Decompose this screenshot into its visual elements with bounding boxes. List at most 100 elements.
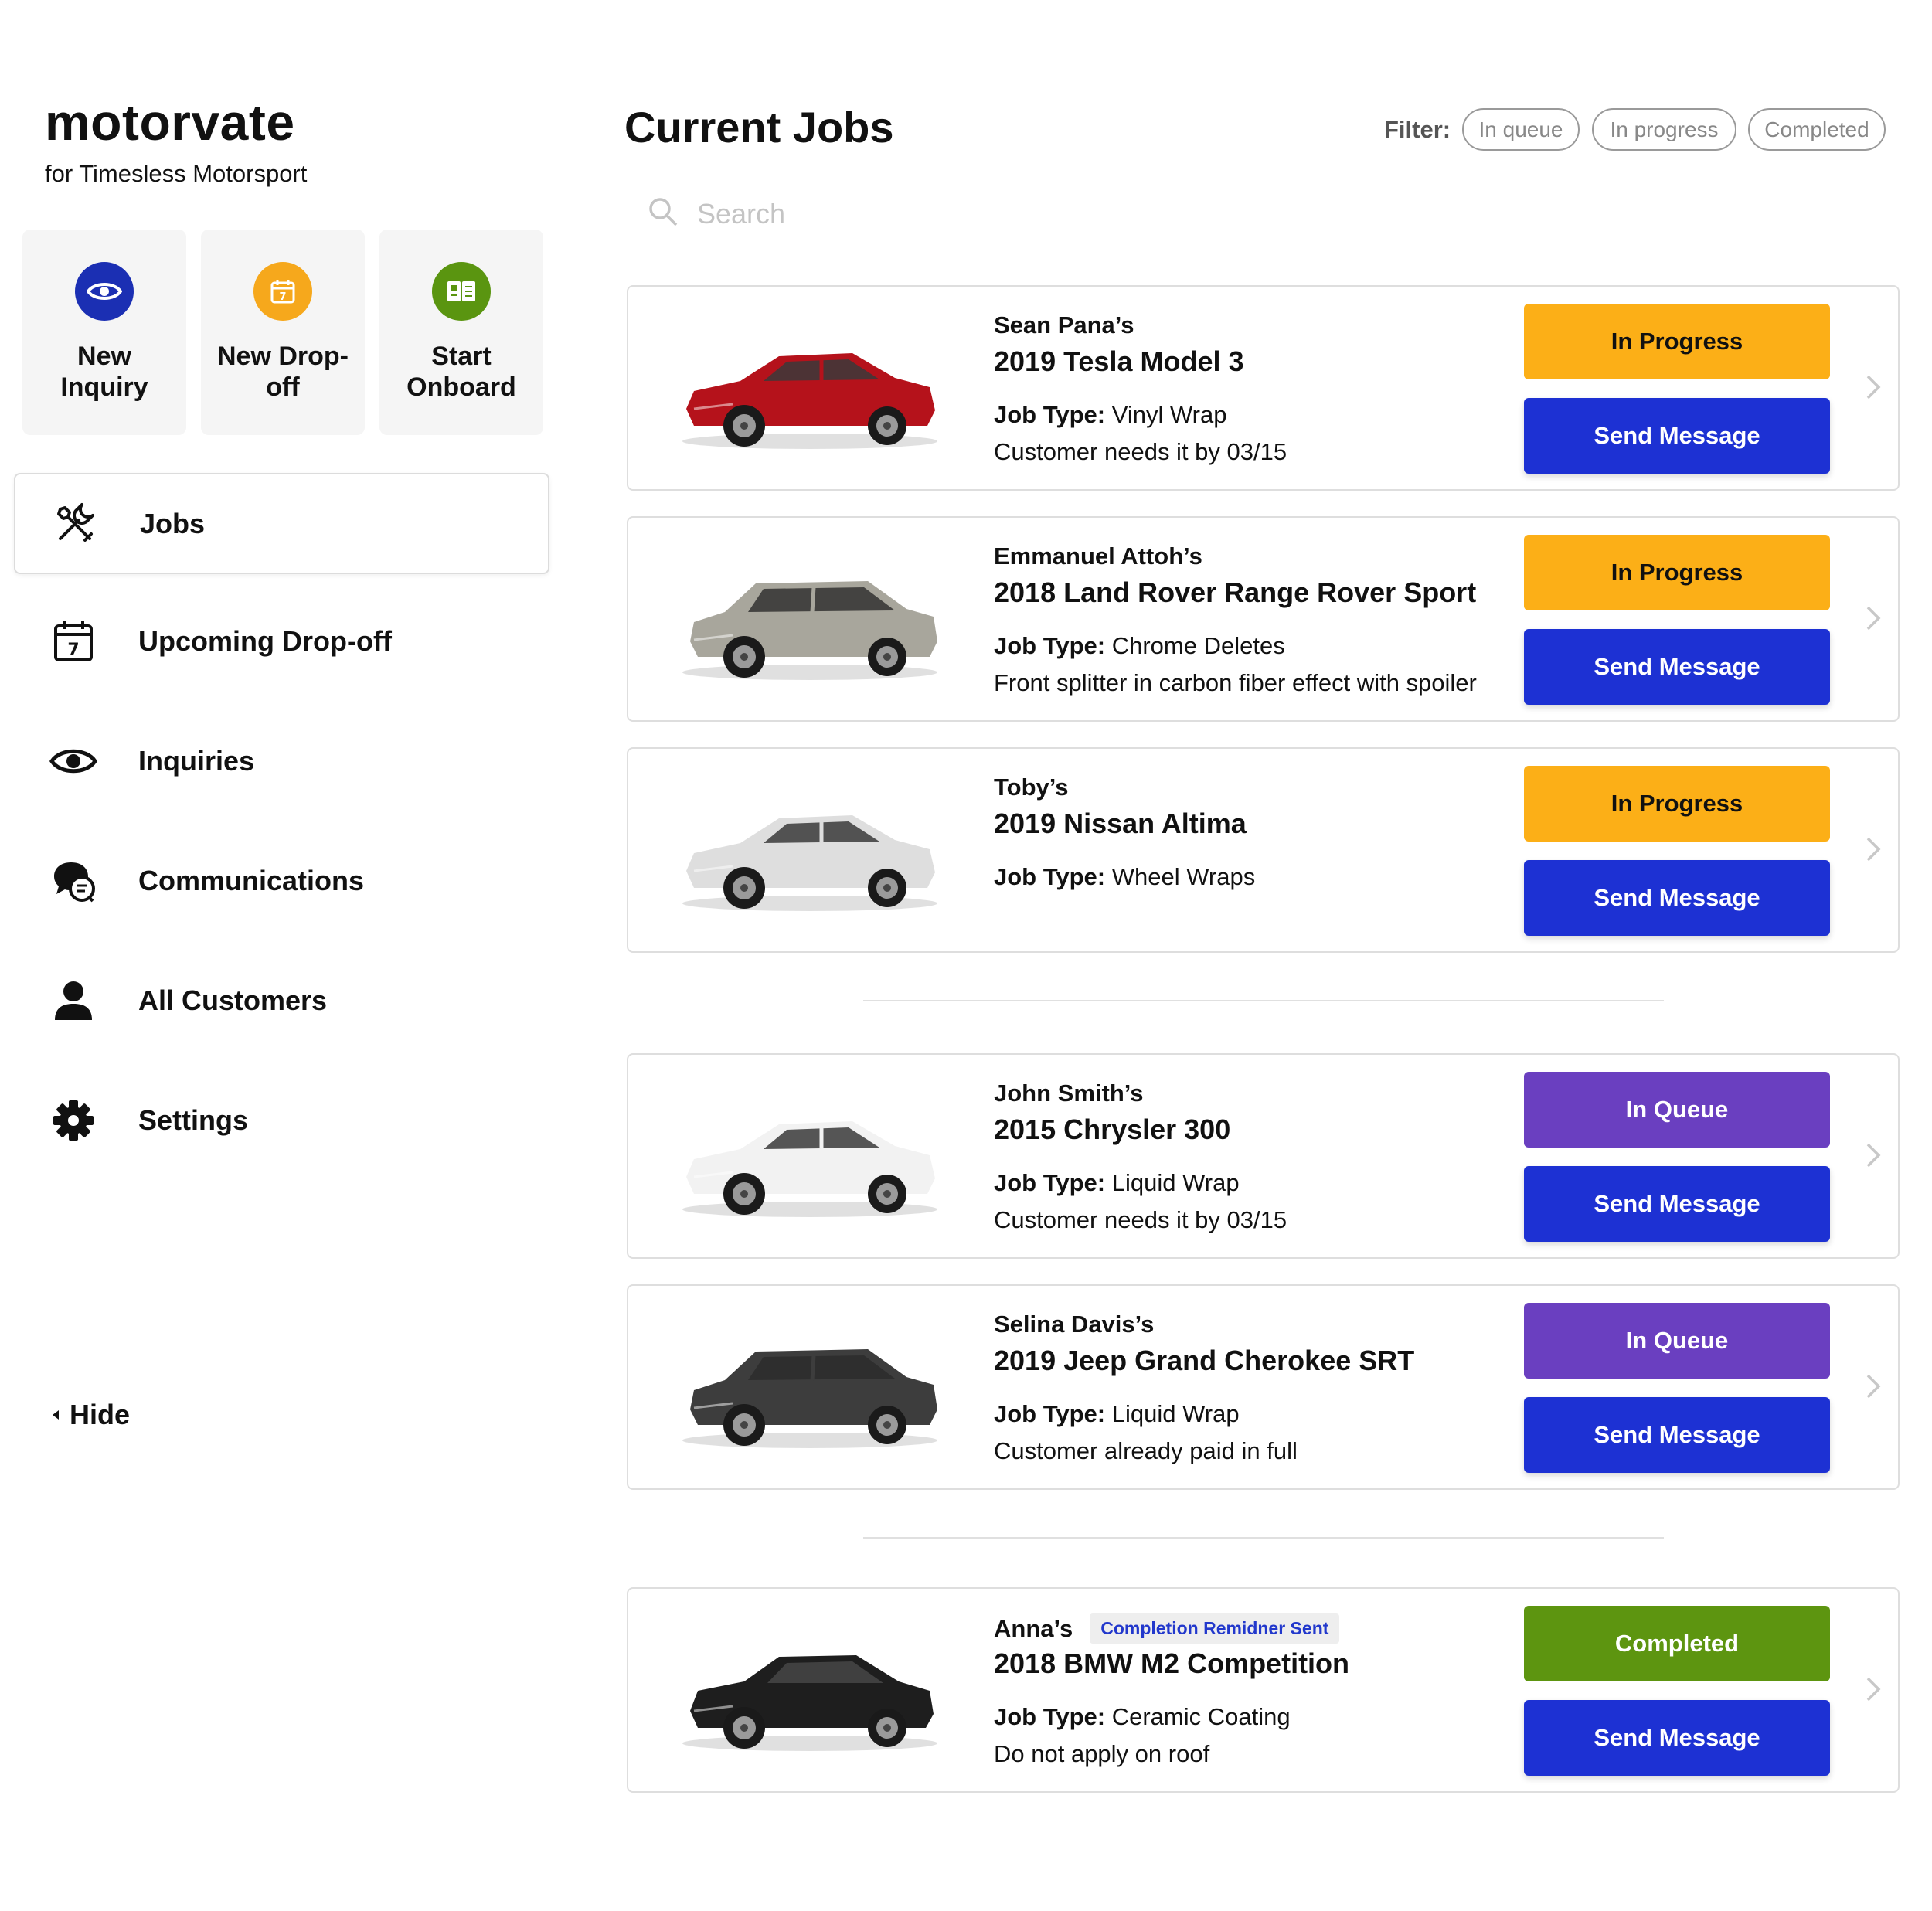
filter-chip-in-progress[interactable]: In progress: [1592, 108, 1736, 151]
quick-action-start-onboard[interactable]: Start Onboard: [379, 230, 543, 435]
job-note: Do not apply on roof: [994, 1740, 1210, 1767]
chevron-right-icon[interactable]: [1858, 1140, 1889, 1171]
filter-chip-in-queue[interactable]: In queue: [1462, 108, 1580, 151]
hide-sidebar-button[interactable]: Hide: [53, 1399, 130, 1431]
send-message-button[interactable]: Send Message: [1524, 860, 1830, 936]
chevron-right-icon[interactable]: [1858, 372, 1889, 403]
job-type: Job Type: Vinyl Wrap: [994, 401, 1226, 429]
chat-bubbles-icon: [49, 856, 98, 906]
onboard-book-icon: [432, 262, 491, 321]
sidebar-item-jobs[interactable]: Jobs: [14, 473, 549, 574]
chevron-right-icon[interactable]: [1858, 834, 1889, 865]
job-type: Job Type: Wheel Wraps: [994, 863, 1255, 891]
vehicle-model: 2019 Jeep Grand Cherokee SRT: [994, 1345, 1415, 1376]
send-message-button[interactable]: Send Message: [1524, 1166, 1830, 1242]
job-card[interactable]: John Smith’s 2015 Chrysler 300 Job Type:…: [627, 1053, 1900, 1259]
status-button[interactable]: In Queue: [1524, 1072, 1830, 1148]
customer-name: John Smith’s: [994, 1080, 1144, 1107]
status-button[interactable]: Completed: [1524, 1606, 1830, 1681]
job-card[interactable]: Emmanuel Attoh’s 2018 Land Rover Range R…: [627, 516, 1900, 722]
job-note: Front splitter in carbon fiber effect wi…: [994, 669, 1477, 696]
sidebar-item-label: Settings: [138, 1103, 249, 1136]
reminder-badge: Completion Remidner Sent: [1090, 1613, 1340, 1644]
caret-left-icon: [53, 1410, 59, 1420]
sidebar-item-label: Communications: [138, 864, 365, 896]
svg-text:7: 7: [67, 641, 79, 660]
job-type-label: Job Type:: [994, 401, 1106, 428]
vehicle-model: 2015 Chrysler 300: [994, 1114, 1231, 1145]
send-message-button[interactable]: Send Message: [1524, 1700, 1830, 1776]
sidebar-item-settings[interactable]: Settings: [14, 1069, 549, 1171]
quick-action-label: Start Onboard: [406, 342, 516, 403]
job-type-value: Liquid Wrap: [1111, 1400, 1240, 1427]
quick-action-new-inquiry[interactable]: New Inquiry: [22, 230, 186, 435]
job-note: Customer needs it by 03/15: [994, 1206, 1287, 1233]
owner-row: John Smith’s: [994, 1080, 1143, 1107]
owner-row: Sean Pana’s: [994, 311, 1134, 339]
status-button[interactable]: In Queue: [1524, 1303, 1830, 1379]
brand: motorvate for Timesless Motorsport: [45, 94, 307, 188]
quick-action-label: New Inquiry: [60, 342, 148, 403]
chevron-right-icon[interactable]: [1858, 1674, 1889, 1705]
sidebar-item-inquiries[interactable]: Inquiries: [14, 710, 549, 811]
chevron-right-icon[interactable]: [1858, 1371, 1889, 1402]
page-title: Current Jobs: [624, 103, 894, 151]
job-type-label: Job Type:: [994, 863, 1106, 890]
sidebar-item-label: Inquiries: [138, 744, 255, 777]
filter-label: Filter:: [1384, 116, 1451, 143]
search-input[interactable]: [697, 197, 1393, 230]
job-type-value: Vinyl Wrap: [1111, 401, 1227, 428]
car-image: [671, 1620, 949, 1759]
calendar-icon: 7: [49, 617, 98, 666]
job-card[interactable]: Selina Davis’s 2019 Jeep Grand Cherokee …: [627, 1284, 1900, 1490]
sidebar-item-communications[interactable]: Communications: [14, 830, 549, 931]
job-type: Job Type: Ceramic Coating: [994, 1703, 1291, 1731]
car-image: [671, 549, 949, 688]
section-divider: [863, 1000, 1664, 1001]
vehicle-model: 2018 BMW M2 Competition: [994, 1647, 1350, 1679]
job-type-value: Chrome Deletes: [1111, 632, 1285, 659]
status-button[interactable]: In Progress: [1524, 304, 1830, 379]
filter-chip-completed[interactable]: Completed: [1748, 108, 1886, 151]
eye-icon: [75, 262, 134, 321]
owner-row: Selina Davis’s: [994, 1311, 1154, 1338]
sidebar-item-all-customers[interactable]: All Customers: [14, 950, 549, 1051]
customer-name: Emmanuel Attoh’s: [994, 542, 1202, 570]
send-message-button[interactable]: Send Message: [1524, 629, 1830, 705]
job-type: Job Type: Chrome Deletes: [994, 632, 1285, 660]
eye-icon: [49, 736, 98, 786]
owner-row: Emmanuel Attoh’s: [994, 542, 1202, 570]
job-card[interactable]: Sean Pana’s 2019 Tesla Model 3 Job Type:…: [627, 285, 1900, 491]
car-image: [671, 318, 949, 457]
customer-name: Toby’s: [994, 774, 1069, 801]
send-message-button[interactable]: Send Message: [1524, 1397, 1830, 1473]
job-type-value: Liquid Wrap: [1111, 1169, 1240, 1196]
search-icon: [648, 196, 679, 231]
status-button[interactable]: In Progress: [1524, 535, 1830, 610]
owner-row: Toby’s: [994, 774, 1068, 801]
job-type: Job Type: Liquid Wrap: [994, 1400, 1240, 1428]
brand-name: motorvate: [45, 94, 295, 151]
job-type-label: Job Type:: [994, 1703, 1106, 1730]
car-image: [671, 780, 949, 919]
job-card[interactable]: Toby’s 2019 Nissan Altima Job Type: Whee…: [627, 747, 1900, 953]
sidebar-item-label: Jobs: [140, 507, 206, 539]
customer-name: Sean Pana’s: [994, 311, 1134, 338]
brand-subtitle: for Timesless Motorsport: [45, 159, 308, 187]
quick-action-new-drop-off[interactable]: 7 New Drop-off: [201, 230, 365, 435]
customer-name: Anna’s: [994, 1614, 1073, 1642]
person-icon: [49, 976, 98, 1025]
job-type-value: Wheel Wraps: [1111, 863, 1256, 890]
job-type-label: Job Type:: [994, 1400, 1106, 1427]
wrench-screwdriver-icon: [50, 499, 100, 549]
job-card[interactable]: Anna’s Completion Remidner Sent 2018 BMW…: [627, 1587, 1900, 1793]
sidebar-item-upcoming-drop-off[interactable]: 7 Upcoming Drop-off: [14, 590, 549, 692]
job-note: Customer already paid in full: [994, 1437, 1298, 1464]
send-message-button[interactable]: Send Message: [1524, 398, 1830, 474]
sidebar-item-label: All Customers: [138, 984, 328, 1016]
chevron-right-icon[interactable]: [1858, 603, 1889, 634]
status-button[interactable]: In Progress: [1524, 766, 1830, 842]
job-type-label: Job Type:: [994, 1169, 1106, 1196]
svg-text:7: 7: [279, 291, 286, 303]
vehicle-model: 2019 Nissan Altima: [994, 808, 1247, 839]
